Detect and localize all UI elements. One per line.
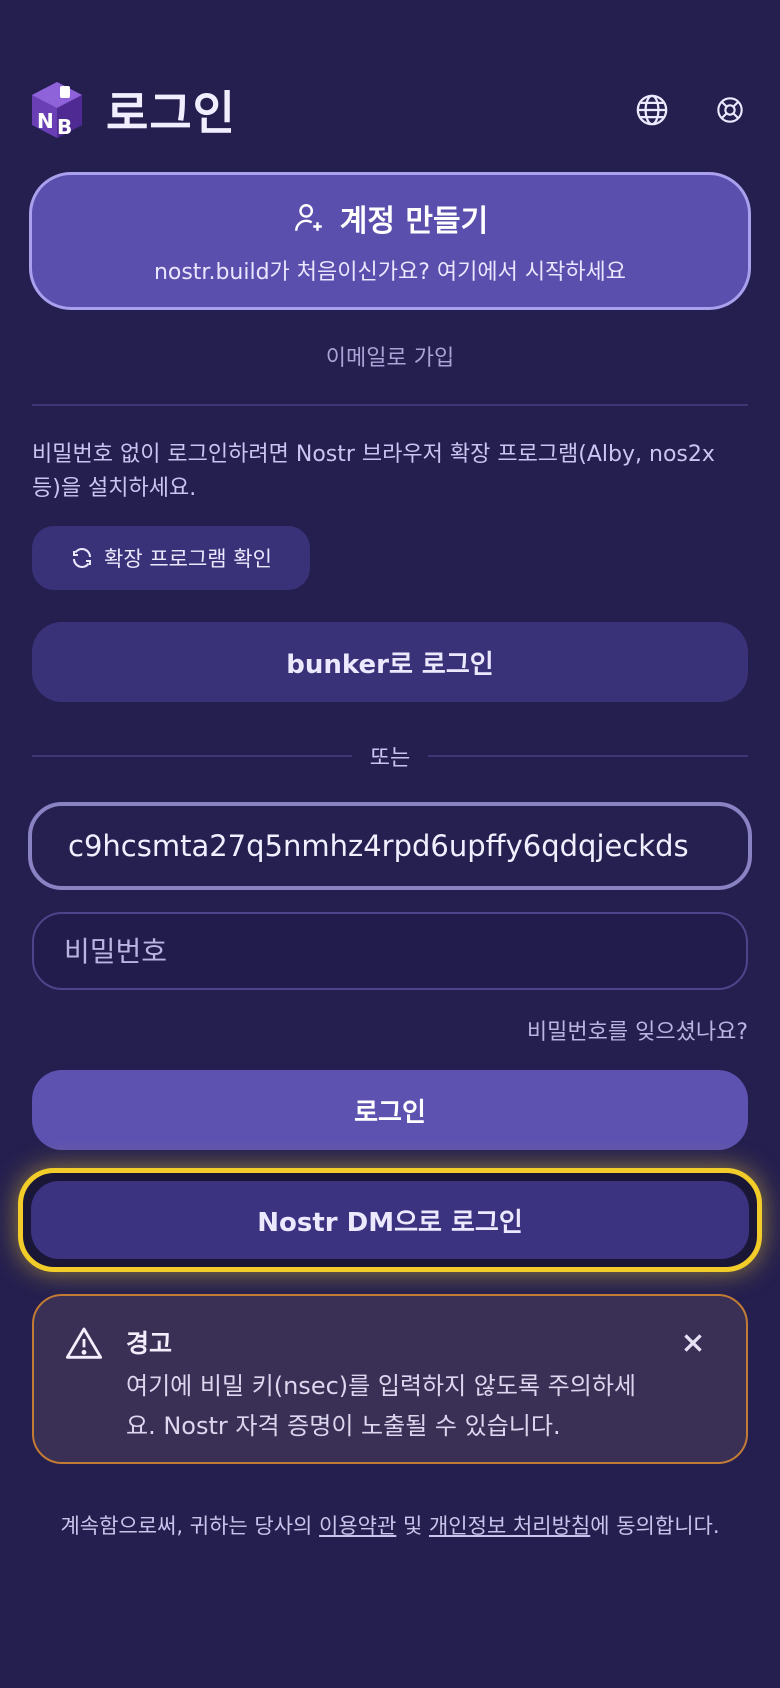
email-signup-link[interactable]: 이메일로 가입 (0, 340, 780, 372)
npub-input[interactable] (68, 829, 712, 863)
header: N B 로그인 (30, 78, 750, 142)
lifebuoy-icon[interactable] (710, 90, 750, 130)
login-page: N B 로그인 계정 만들기 nostr.build가 처음이신가요? 여기에서… (0, 0, 780, 1688)
warning-text: 여기에 비밀 키(nsec)를 입력하지 않도록 주의하세요. Nostr 자격… (126, 1372, 636, 1440)
terms-notice: 계속함으로써, 귀하는 당사의 이용약관 및 개인정보 처리방침에 동의합니다. (0, 1510, 780, 1540)
bunker-login-button[interactable]: bunker로 로그인 (32, 622, 748, 702)
svg-text:N: N (37, 109, 54, 133)
globe-icon[interactable] (632, 90, 672, 130)
login-button[interactable]: 로그인 (32, 1070, 748, 1150)
create-account-button[interactable]: 계정 만들기 nostr.build가 처음이신가요? 여기에서 시작하세요 (29, 172, 751, 310)
warning-body: 경고 여기에 비밀 키(nsec)를 입력하지 않도록 주의하세요. Nostr… (126, 1324, 716, 1462)
terms-suffix: 에 동의합니다. (590, 1514, 720, 1538)
password-field (32, 912, 748, 990)
svg-text:B: B (57, 115, 72, 139)
create-account-title: 계정 만들기 (339, 204, 489, 239)
or-divider: 또는 (32, 738, 749, 774)
forgot-password-link[interactable]: 비밀번호를 잊으셨나요? (527, 1014, 748, 1046)
extension-note: 비밀번호 없이 로그인하려면 Nostr 브라우저 확장 프로그램(Alby, … (32, 442, 715, 501)
warning-title: 경고 (126, 1329, 173, 1358)
check-extension-label: 확장 프로그램 확인 (104, 547, 272, 571)
privacy-policy-link[interactable]: 개인정보 처리방침 (429, 1514, 590, 1538)
create-account-subtitle: nostr.build가 처음이신가요? 여기에서 시작하세요 (153, 260, 627, 285)
npub-field (28, 802, 752, 890)
create-account-title-row: 계정 만들기 (292, 196, 488, 240)
warning-triangle-icon (65, 1327, 103, 1359)
warning-alert: 경고 여기에 비밀 키(nsec)를 입력하지 않도록 주의하세요. Nostr… (32, 1294, 748, 1464)
refresh-icon (73, 548, 92, 568)
terms-prefix: 계속함으로써, 귀하는 당사의 (60, 1514, 320, 1538)
divider (32, 404, 748, 406)
terms-middle: 및 (396, 1514, 429, 1538)
or-line-left (32, 755, 352, 757)
password-input[interactable] (64, 934, 716, 968)
page-title: 로그인 (106, 86, 236, 140)
terms-of-service-link[interactable]: 이용약관 (319, 1514, 396, 1538)
or-line-right (428, 755, 749, 757)
header-actions (632, 90, 750, 130)
or-text: 또는 (369, 746, 411, 771)
nostr-dm-highlight: Nostr DM으로 로그인 (18, 1168, 762, 1272)
nostr-dm-login-button[interactable]: Nostr DM으로 로그인 (31, 1181, 749, 1259)
nostr-build-logo: N B (32, 82, 82, 139)
close-icon[interactable] (680, 1330, 706, 1356)
user-plus-icon (294, 204, 322, 231)
check-extension-button[interactable]: 확장 프로그램 확인 (32, 526, 310, 590)
